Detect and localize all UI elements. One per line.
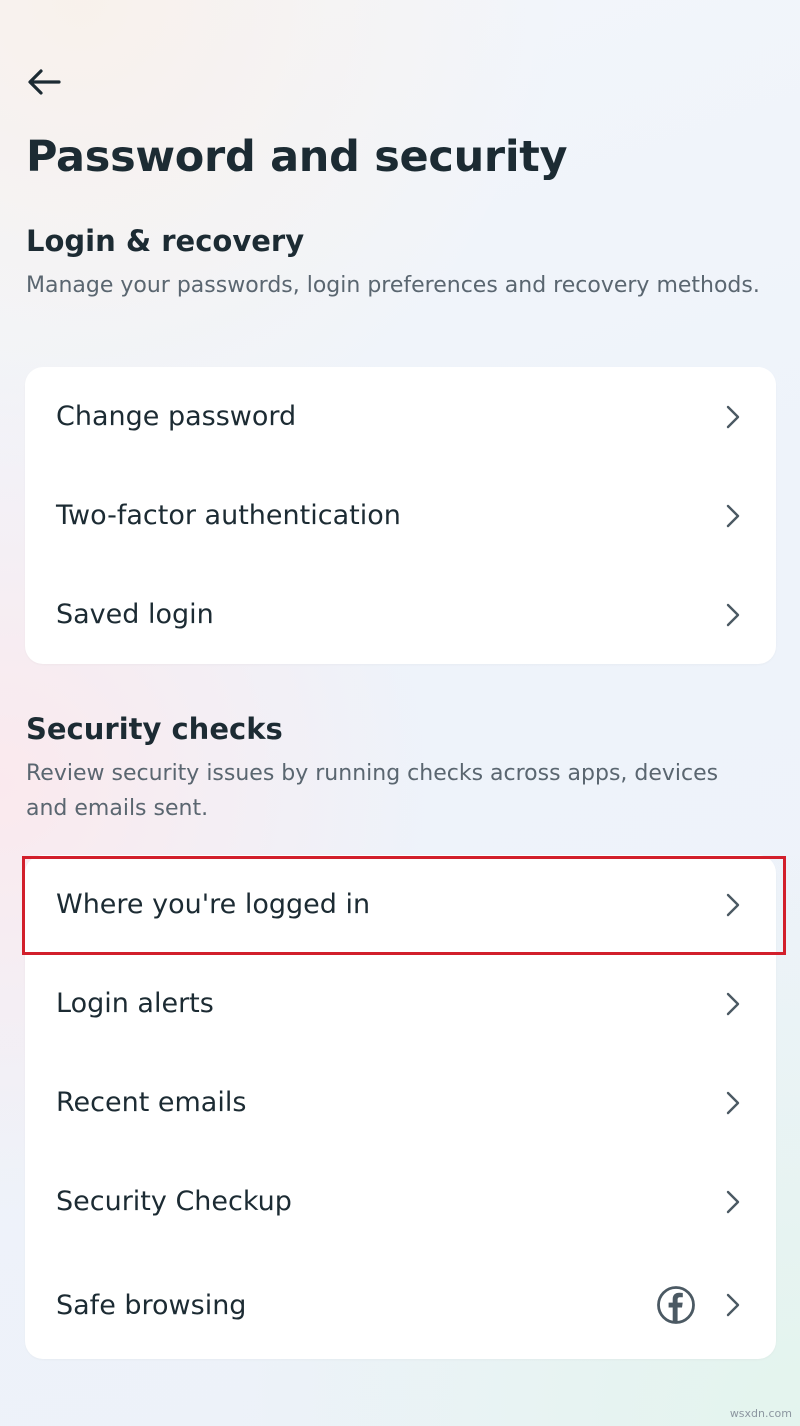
where-logged-in-label: Where you're logged in (56, 889, 371, 920)
security-checkup-label: Security Checkup (56, 1186, 292, 1217)
saved-login-label: Saved login (56, 599, 214, 630)
chevron-right-icon (726, 1091, 740, 1114)
safe-browsing-label: Safe browsing (56, 1289, 247, 1321)
recent-emails-item[interactable]: Recent emails (25, 1053, 776, 1152)
saved-login-item[interactable]: Saved login (25, 565, 776, 664)
login-recovery-heading: Login & recovery (26, 224, 305, 258)
recent-emails-label: Recent emails (56, 1087, 247, 1118)
two-factor-authentication-label: Two-factor authentication (56, 500, 401, 531)
login-recovery-description: Manage your passwords, login preferences… (26, 273, 760, 298)
facebook-icon (657, 1286, 695, 1324)
chevron-right-icon (726, 504, 740, 527)
chevron-right-icon (726, 1190, 740, 1213)
chevron-right-icon (726, 893, 740, 916)
where-logged-in-item[interactable]: Where you're logged in (25, 855, 776, 954)
password-security-screen: Password and security Login & recovery M… (0, 0, 800, 1426)
security-checks-description: Review security issues by running checks… (26, 761, 719, 821)
arrow-left-icon (28, 69, 61, 95)
login-recovery-card: Change password Two-factor authenticatio… (25, 367, 776, 664)
security-checkup-item[interactable]: Security Checkup (25, 1152, 776, 1251)
security-checks-card: Where you're logged in Login alerts Rece… (25, 855, 776, 1359)
safe-browsing-item[interactable]: Safe browsing (25, 1251, 776, 1359)
chevron-right-icon (726, 405, 740, 428)
change-password-label: Change password (56, 401, 297, 432)
change-password-item[interactable]: Change password (25, 367, 776, 466)
chevron-right-icon (726, 603, 740, 626)
chevron-right-icon (726, 992, 740, 1015)
back-button[interactable] (24, 62, 64, 102)
watermark: wsxdn.com (729, 1407, 792, 1420)
two-factor-authentication-item[interactable]: Two-factor authentication (25, 466, 776, 565)
security-checks-heading: Security checks (26, 712, 283, 746)
page-title: Password and security (26, 132, 568, 182)
login-alerts-label: Login alerts (56, 988, 214, 1019)
chevron-right-icon (726, 1293, 740, 1317)
login-alerts-item[interactable]: Login alerts (25, 954, 776, 1053)
